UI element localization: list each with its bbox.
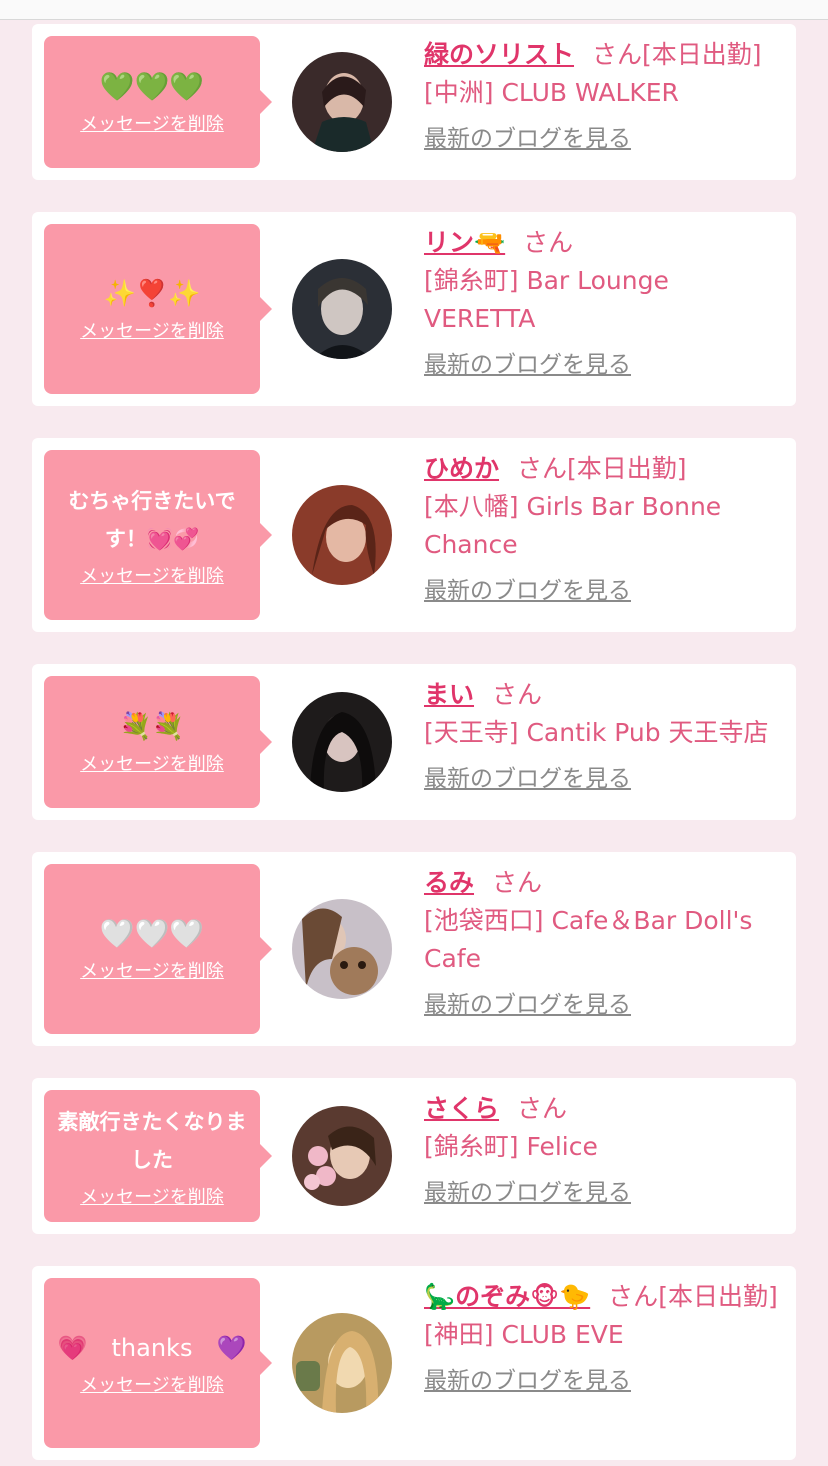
latest-blog-link[interactable]: 最新のブログを見る <box>424 986 631 1024</box>
latest-blog-link[interactable]: 最新のブログを見る <box>424 760 631 798</box>
avatar-photo-icon <box>292 259 392 359</box>
cast-info: るみ さん [池袋西口] Cafe＆Bar Doll's Cafe 最新のブログを… <box>424 864 784 1024</box>
latest-blog-link[interactable]: 最新のブログを見る <box>424 572 631 610</box>
avatar[interactable] <box>292 1106 392 1206</box>
cast-name-link[interactable]: 緑のソリスト <box>424 40 574 69</box>
shop-name: [池袋西口] Cafe＆Bar Doll's Cafe <box>424 906 753 973</box>
latest-blog-link[interactable]: 最新のブログを見る <box>424 1174 631 1212</box>
avatar[interactable] <box>292 485 392 585</box>
delete-message-link[interactable]: メッセージを削除 <box>80 110 224 136</box>
cast-info: 緑のソリスト さん[本日出勤] [中洲] CLUB WALKER 最新のブログを見… <box>424 36 784 158</box>
message-bubble: ✨❣️✨ メッセージを削除 <box>44 224 272 394</box>
status-badge: [本日出勤] <box>658 1282 778 1311</box>
message-text: 💐💐 <box>119 712 185 742</box>
latest-blog-link[interactable]: 最新のブログを見る <box>424 346 631 384</box>
favorite-card: 🤍🤍🤍 メッセージを削除 るみ さん [池袋西口] Cafe＆Bar Doll's… <box>32 852 796 1046</box>
message-bubble: 💐💐 メッセージを削除 <box>44 676 272 808</box>
message-bubble: 🤍🤍🤍 メッセージを削除 <box>44 864 272 1034</box>
avatar-photo-icon <box>292 692 392 792</box>
cast-name-link[interactable]: 🦕のぞみ🐵🐤 <box>424 1282 590 1311</box>
favorite-card: 💗 thanks 💜 メッセージを削除 🦕のぞみ🐵🐤 さん[本日出勤] [神田] … <box>32 1266 796 1460</box>
message-bubble: 💗 thanks 💜 メッセージを削除 <box>44 1278 272 1448</box>
favorite-card: むちゃ行きたいです！💓💞 メッセージを削除 ひめか さん[本日出勤] [本八幡] … <box>32 438 796 632</box>
cast-name-link[interactable]: リン🔫 <box>424 228 505 257</box>
message-text: 💚💚💚 <box>99 70 205 103</box>
avatar[interactable] <box>292 692 392 792</box>
delete-message-link[interactable]: メッセージを削除 <box>80 317 224 343</box>
cast-info: まい さん [天王寺] Cantik Pub 天王寺店 最新のブログを見る <box>424 676 784 798</box>
favorite-card: 💚💚💚 メッセージを削除 緑のソリスト さん[本日出勤] [中洲] CLUB WA… <box>32 24 796 180</box>
avatar[interactable] <box>292 259 392 359</box>
delete-message-link[interactable]: メッセージを削除 <box>80 562 224 588</box>
shop-name: [錦糸町] Bar Lounge VERETTA <box>424 266 669 333</box>
status-badge: [本日出勤] <box>642 40 762 69</box>
cast-name-link[interactable]: さくら <box>424 1094 499 1123</box>
favorite-card: 💐💐 メッセージを削除 まい さん [天王寺] Cantik Pub 天王寺店 最… <box>32 664 796 820</box>
message-text: ✨❣️✨ <box>103 279 201 309</box>
message-text: 🤍🤍🤍 <box>99 917 205 950</box>
favorite-card: ✨❣️✨ メッセージを削除 リン🔫 さん [錦糸町] Bar Lounge VER… <box>32 212 796 406</box>
shop-name: [神田] CLUB EVE <box>424 1320 624 1349</box>
avatar[interactable] <box>292 52 392 152</box>
message-bubble: 素敵行きたくなりました メッセージを削除 <box>44 1090 272 1222</box>
avatar-photo-icon <box>292 485 392 585</box>
cast-info: リン🔫 さん [錦糸町] Bar Lounge VERETTA 最新のブログを見る <box>424 224 784 384</box>
cast-info: ひめか さん[本日出勤] [本八幡] Girls Bar Bonne Chance… <box>424 450 784 610</box>
cast-info: さくら さん [錦糸町] Felice 最新のブログを見る <box>424 1090 784 1212</box>
shop-name: [錦糸町] Felice <box>424 1132 598 1161</box>
top-bar <box>0 0 828 20</box>
cast-name-link[interactable]: るみ <box>424 868 474 897</box>
delete-message-link[interactable]: メッセージを削除 <box>80 1371 224 1397</box>
latest-blog-link[interactable]: 最新のブログを見る <box>424 120 631 158</box>
message-text: 💗 thanks 💜 <box>57 1334 247 1362</box>
cast-name-link[interactable]: まい <box>424 680 474 709</box>
cast-name-link[interactable]: ひめか <box>424 454 499 483</box>
favorite-card: 素敵行きたくなりました メッセージを削除 さくら さん [錦糸町] Felice … <box>32 1078 796 1234</box>
cast-info: 🦕のぞみ🐵🐤 さん[本日出勤] [神田] CLUB EVE 最新のブログを見る <box>424 1278 784 1400</box>
avatar[interactable] <box>292 899 392 999</box>
avatar[interactable] <box>292 1313 392 1413</box>
shop-name: [天王寺] Cantik Pub 天王寺店 <box>424 718 769 747</box>
message-bubble: 💚💚💚 メッセージを削除 <box>44 36 272 168</box>
avatar-photo-icon <box>292 1106 392 1206</box>
delete-message-link[interactable]: メッセージを削除 <box>80 957 224 983</box>
status-badge: [本日出勤] <box>567 454 687 483</box>
avatar-photo-icon <box>292 1313 392 1413</box>
delete-message-link[interactable]: メッセージを削除 <box>80 1183 224 1209</box>
message-bubble: むちゃ行きたいです！💓💞 メッセージを削除 <box>44 450 272 620</box>
delete-message-link[interactable]: メッセージを削除 <box>80 750 224 776</box>
avatar-photo-icon <box>292 899 392 999</box>
shop-name: [本八幡] Girls Bar Bonne Chance <box>424 492 722 559</box>
message-text: 素敵行きたくなりました <box>57 1110 247 1172</box>
avatar-photo-icon <box>292 52 392 152</box>
latest-blog-link[interactable]: 最新のブログを見る <box>424 1362 631 1400</box>
shop-name: [中洲] CLUB WALKER <box>424 78 679 107</box>
message-text: むちゃ行きたいです！💓💞 <box>68 489 236 551</box>
